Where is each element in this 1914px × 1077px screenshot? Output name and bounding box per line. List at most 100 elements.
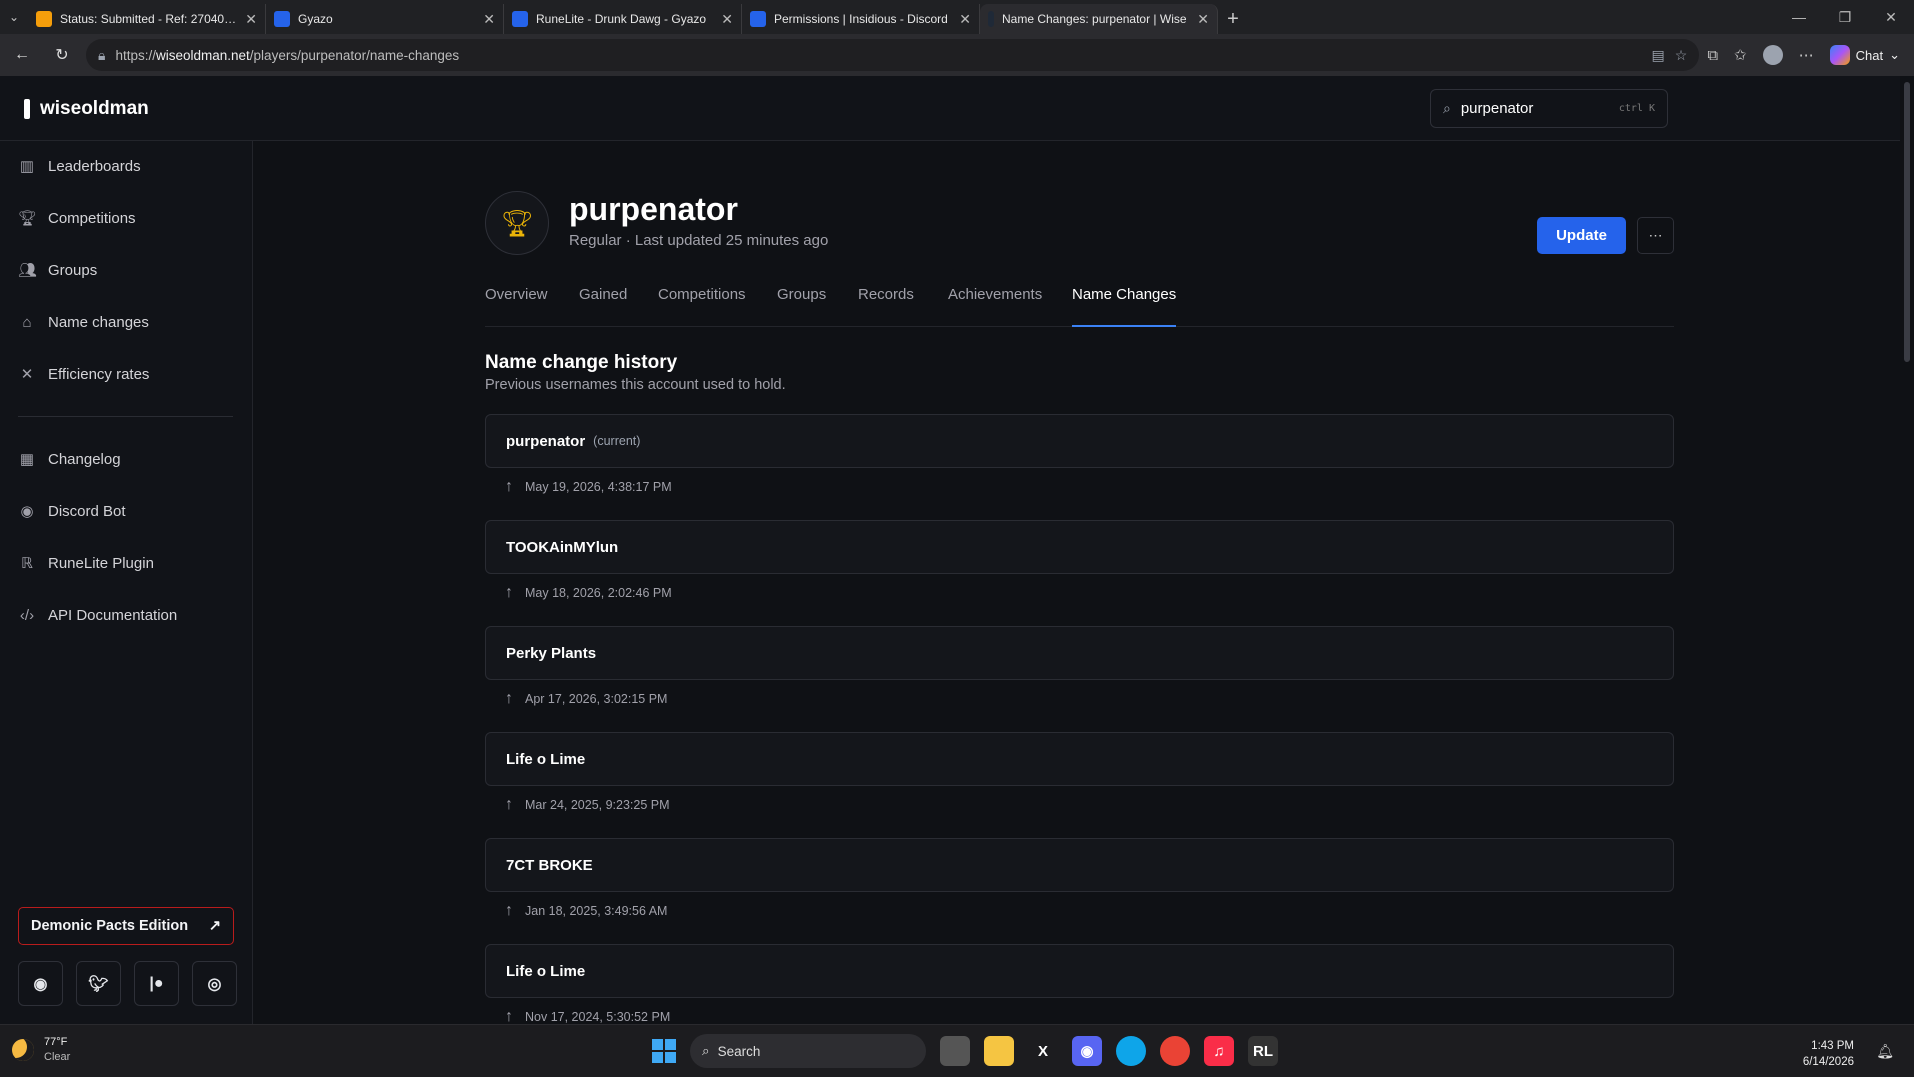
- back-arrow-icon[interactable]: ←: [6, 39, 38, 71]
- tab-achievements[interactable]: Achievements: [948, 286, 1042, 327]
- close-tab-icon[interactable]: ✕: [721, 11, 733, 28]
- chrome-icon[interactable]: [1160, 1036, 1190, 1066]
- twitter-icon[interactable]: 🐦︎: [76, 961, 121, 1006]
- tab-title: Name Changes: purpenator | Wise: [1002, 12, 1187, 26]
- tab-records[interactable]: Records: [858, 286, 914, 327]
- sidebar: ▥ Leaderboards 🏆︎ Competitions 👥︎ Groups ⌂ N…: [0, 141, 253, 1024]
- weather-widget[interactable]: 77°F Clear: [12, 1035, 70, 1065]
- sidebar-item-groups[interactable]: 👥︎ Groups: [18, 258, 97, 282]
- windows-start-icon[interactable]: [652, 1039, 676, 1063]
- table-icon: ▦: [19, 451, 35, 468]
- scrollbar-thumb[interactable]: [1904, 82, 1910, 362]
- tab-groups[interactable]: Groups: [777, 286, 826, 327]
- sidebar-item-efficiency-rates[interactable]: ✕ Efficiency rates: [18, 362, 150, 386]
- itunes-icon[interactable]: ♫: [1204, 1036, 1234, 1066]
- url-field[interactable]: 🔒︎ https://wiseoldman.net/players/purpen…: [86, 39, 1700, 71]
- close-window-icon[interactable]: ✕: [1868, 0, 1914, 34]
- more-options-icon[interactable]: ⋯: [1799, 46, 1814, 64]
- tab-menu-chevron-icon[interactable]: ⌄: [0, 0, 28, 34]
- player-subtitle: Regular · Last updated 25 minutes ago: [569, 232, 829, 249]
- chat-label: Chat: [1855, 47, 1884, 63]
- taskbar-search[interactable]: ⌕ Search: [690, 1034, 926, 1068]
- browser-tab-active[interactable]: Name Changes: purpenator | Wise ✕: [980, 4, 1218, 34]
- sidebar-item-label: Efficiency rates: [48, 365, 150, 383]
- sidebar-item-runelite-plugin[interactable]: ℝ RuneLite Plugin: [18, 551, 154, 575]
- system-clock[interactable]: 1:43 PM 6/14/2026: [1803, 1038, 1854, 1070]
- username: Life o Lime: [506, 750, 586, 768]
- sidebar-item-competitions[interactable]: 🏆︎ Competitions: [18, 206, 136, 230]
- page-scrollbar[interactable]: [1900, 76, 1914, 1024]
- taskbar-apps: ⌕ Search X ◉ ♫ RL: [652, 1034, 1278, 1068]
- discord-icon[interactable]: ◉: [18, 961, 63, 1006]
- github-icon[interactable]: ◎: [192, 961, 237, 1006]
- username: 7CT BROKE: [506, 856, 593, 874]
- file-explorer-icon[interactable]: [984, 1036, 1014, 1066]
- sidebar-item-changelog[interactable]: ▦ Changelog: [18, 447, 121, 471]
- tab-favicon-icon: [512, 11, 528, 27]
- copilot-chat-button[interactable]: Chat ⌄: [1829, 45, 1900, 65]
- demonic-pacts-link[interactable]: Demonic Pacts Edition ↗: [18, 907, 234, 945]
- minimize-icon[interactable]: —: [1776, 0, 1822, 34]
- copilot-icon: [1829, 45, 1850, 65]
- runelite-app-icon[interactable]: RL: [1248, 1036, 1278, 1066]
- change-date: May 18, 2026, 2:02:46 PM: [525, 586, 672, 600]
- search-value: purpenator: [1460, 100, 1534, 117]
- taskbar-search-label: Search: [717, 1043, 761, 1059]
- sidebar-item-name-changes[interactable]: ⌂ Name changes: [18, 310, 148, 334]
- extensions-icon[interactable]: ⧉: [1707, 47, 1718, 64]
- tab-overview[interactable]: Overview: [485, 286, 548, 327]
- bar-chart-icon: ▥: [19, 158, 35, 175]
- refresh-icon[interactable]: ↻: [46, 39, 78, 71]
- player-search-input[interactable]: ⌕ purpenator ctrl K: [1430, 89, 1668, 128]
- tab-favicon-icon: [750, 11, 766, 27]
- x-app-icon[interactable]: X: [1028, 1036, 1058, 1066]
- profile-icon[interactable]: [1762, 45, 1783, 65]
- restore-icon[interactable]: ❐: [1822, 0, 1868, 34]
- update-button[interactable]: Update: [1537, 217, 1626, 254]
- change-date: Apr 17, 2026, 3:02:15 PM: [525, 692, 668, 706]
- edge-icon[interactable]: [1116, 1036, 1146, 1066]
- discord-app-icon[interactable]: ◉: [1072, 1036, 1102, 1066]
- favorite-star-icon[interactable]: ☆: [1675, 47, 1688, 64]
- weather-condition: Clear: [44, 1051, 71, 1063]
- sidebar-item-label: Discord Bot: [48, 502, 126, 520]
- tab-competitions[interactable]: Competitions: [658, 286, 746, 327]
- browser-tab[interactable]: Status: Submitted - Ref: 27040ed ✕: [28, 4, 266, 34]
- tab-favicon-icon: [36, 11, 52, 27]
- site-logo[interactable]: wiseoldman: [24, 98, 149, 120]
- url-prefix: https://: [115, 47, 156, 63]
- name-change-date: ↑ Mar 24, 2025, 9:23:25 PM: [505, 796, 670, 814]
- sidebar-item-api-documentation[interactable]: ‹/› API Documentation: [18, 603, 177, 627]
- promo-label: Demonic Pacts Edition: [31, 918, 189, 934]
- close-tab-icon[interactable]: ✕: [959, 11, 971, 28]
- runelite-icon: ℝ: [21, 555, 33, 572]
- search-icon: ⌕: [1443, 100, 1451, 116]
- new-tab-icon[interactable]: +: [1218, 4, 1248, 34]
- arrow-up-icon: ↑: [505, 478, 513, 495]
- favorites-icon[interactable]: ✩: [1734, 46, 1747, 64]
- more-actions-icon[interactable]: ⋯: [1637, 217, 1674, 254]
- notification-bell-icon[interactable]: 🔔︎: [1876, 1043, 1894, 1060]
- tab-name-changes[interactable]: Name Changes: [1072, 286, 1177, 327]
- patreon-icon[interactable]: |●: [134, 961, 179, 1006]
- task-view-icon[interactable]: [940, 1036, 970, 1066]
- close-tab-icon[interactable]: ✕: [245, 11, 257, 28]
- search-icon: ⌕: [702, 1043, 710, 1058]
- browser-tab[interactable]: Gyazo ✕: [266, 4, 504, 34]
- change-date: Mar 24, 2025, 9:23:25 PM: [525, 798, 670, 812]
- section-title: Name change history: [485, 352, 678, 373]
- tab-title: Status: Submitted - Ref: 27040ed: [60, 12, 238, 26]
- address-bar-row: ← ↻ 🔒︎ https://wiseoldman.net/players/pu…: [0, 34, 1914, 76]
- tab-title: Gyazo: [298, 12, 333, 26]
- close-tab-icon[interactable]: ✕: [1197, 11, 1209, 28]
- reader-view-icon[interactable]: ▤: [1652, 47, 1665, 64]
- browser-tab[interactable]: Permissions | Insidious - Discord ✕: [742, 4, 980, 34]
- clock-time: 1:43 PM: [1811, 1040, 1854, 1052]
- sidebar-item-leaderboards[interactable]: ▥ Leaderboards: [18, 154, 141, 178]
- close-tab-icon[interactable]: ✕: [483, 11, 495, 28]
- browser-tab[interactable]: RuneLite - Drunk Dawg - Gyazo ✕: [504, 4, 742, 34]
- username: purpenator: [506, 432, 586, 450]
- url-path: /players/purpenator/name-changes: [249, 47, 460, 63]
- sidebar-item-discord-bot[interactable]: ◉ Discord Bot: [18, 499, 126, 523]
- tab-gained[interactable]: Gained: [579, 286, 627, 327]
